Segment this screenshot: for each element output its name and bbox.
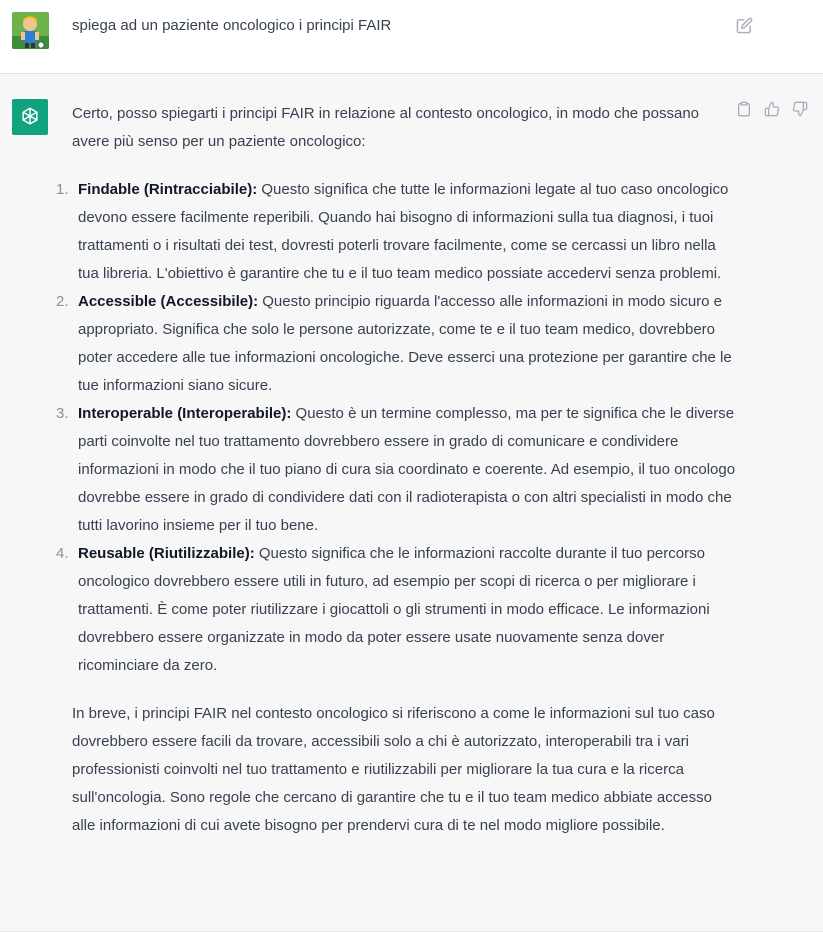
list-number: 2. [56,293,69,310]
list-item: 4. Reusable (Riutilizzabile): Questo sign… [56,540,737,680]
list-item: 2. Accessible (Accessibile): Questo princ… [56,288,737,400]
item-title: Interoperable (Interoperabile): [78,405,292,422]
item-body: Questo è un termine complesso, ma per te… [78,405,736,534]
user-message-text: spiega ad un paziente oncologico i princ… [72,17,392,34]
list-number: 3. [56,405,69,422]
assistant-message-content: Certo, posso spiegarti i principi FAIR i… [56,100,737,840]
user-message-row: spiega ad un paziente oncologico i princ… [0,0,823,74]
assistant-message-row: Certo, posso spiegarti i principi FAIR i… [0,74,823,932]
user-avatar-icon [12,12,49,49]
openai-logo-icon [12,99,48,135]
list-item: 1. Findable (Rintracciabile): Questo sign… [56,176,737,288]
intro-text: Certo, posso spiegarti i principi FAIR i… [72,105,700,150]
message-actions [736,101,816,121]
summary-text: In breve, i principi FAIR nel contesto o… [72,705,715,834]
item-title: Accessible (Accessibile): [78,293,259,310]
clipboard-icon[interactable] [736,101,754,119]
fair-principles-list: 1. Findable (Rintracciabile): Questo sign… [56,176,737,680]
item-title: Reusable (Riutilizzabile): [78,545,255,562]
list-item: 3. Interoperable (Interoperabile): Questo… [56,400,737,540]
item-title: Findable (Rintracciabile): [78,181,258,198]
list-number: 1. [56,181,69,198]
item-body: Questo significa che le informazioni rac… [78,545,710,674]
thumbs-down-icon[interactable] [792,101,810,119]
list-number: 4. [56,545,69,562]
edit-icon[interactable] [736,17,753,34]
thumbs-up-icon[interactable] [764,101,782,119]
